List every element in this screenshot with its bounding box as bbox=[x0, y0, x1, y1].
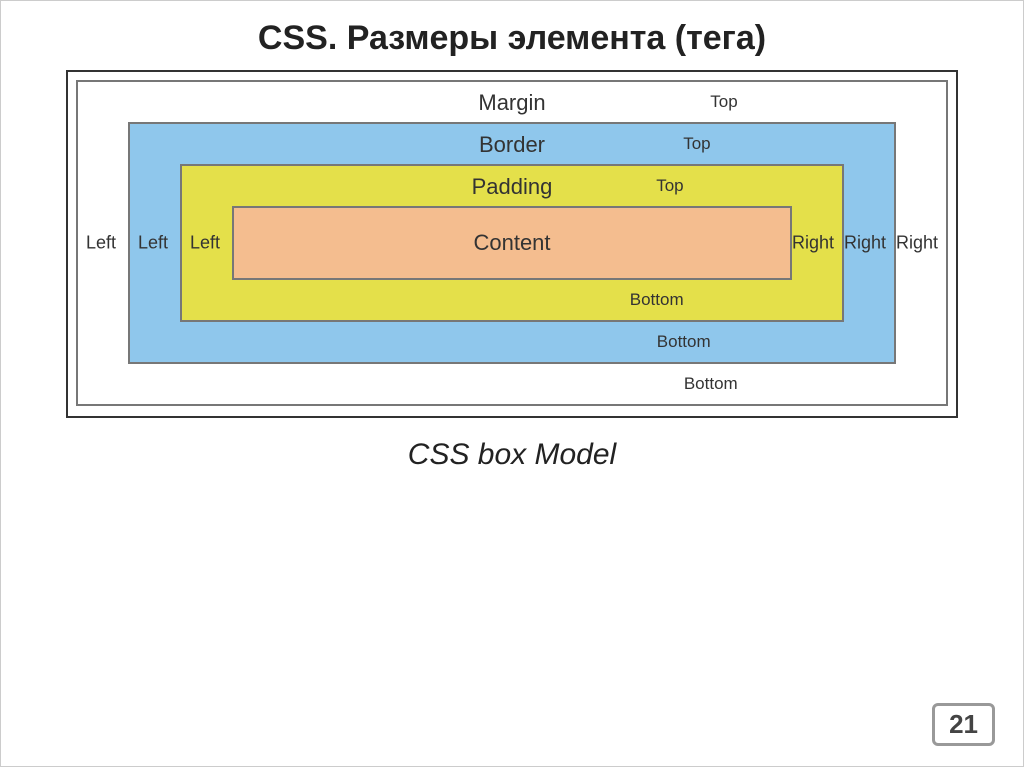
content-box: Content bbox=[232, 206, 792, 280]
border-label: Border bbox=[479, 132, 545, 158]
border-right-label: Right bbox=[844, 233, 886, 254]
margin-box: Margin Top Bottom Left Right Border Top … bbox=[76, 80, 948, 406]
margin-bottom-label: Bottom bbox=[684, 374, 738, 394]
border-box: Border Top Bottom Left Right Padding Top… bbox=[128, 122, 896, 364]
content-label: Content bbox=[473, 230, 550, 255]
margin-right-label: Right bbox=[896, 233, 938, 254]
border-left-label: Left bbox=[138, 233, 168, 254]
box-model-diagram: Margin Top Bottom Left Right Border Top … bbox=[66, 70, 958, 418]
padding-left-label: Left bbox=[190, 233, 220, 254]
slide-title: CSS. Размеры элемента (тега) bbox=[1, 1, 1023, 70]
margin-left-label: Left bbox=[86, 233, 116, 254]
page-number: 21 bbox=[932, 703, 995, 746]
border-bottom-label: Bottom bbox=[657, 332, 711, 352]
border-top-label: Top bbox=[683, 134, 710, 154]
padding-bottom-label: Bottom bbox=[630, 290, 684, 310]
margin-top-label: Top bbox=[710, 92, 737, 112]
margin-label: Margin bbox=[478, 90, 545, 116]
padding-label: Padding bbox=[472, 174, 553, 200]
diagram-caption: CSS box Model bbox=[1, 438, 1023, 472]
padding-right-label: Right bbox=[792, 233, 834, 254]
padding-box: Padding Top Bottom Left Right Content bbox=[180, 164, 844, 322]
padding-top-label: Top bbox=[656, 176, 683, 196]
slide: CSS. Размеры элемента (тега) Margin Top … bbox=[0, 0, 1024, 767]
